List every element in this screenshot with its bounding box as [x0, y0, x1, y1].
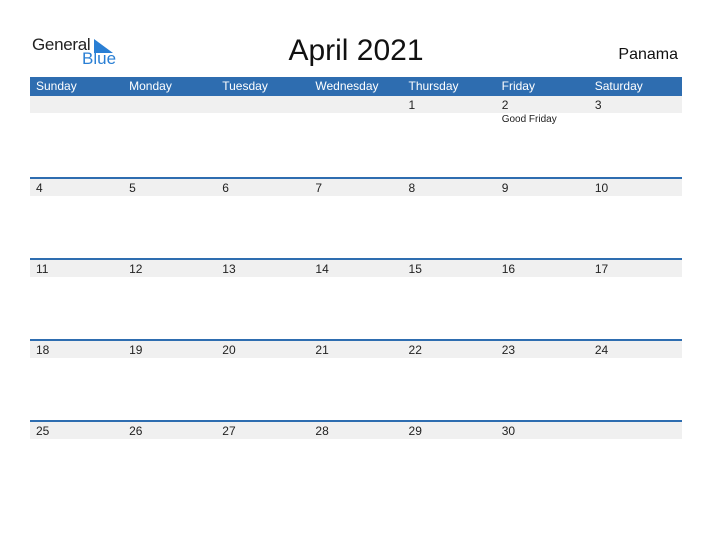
day-cell: 2 Good Friday: [496, 96, 589, 177]
day-cell: 28: [309, 422, 402, 503]
day-cell: 1: [403, 96, 496, 177]
day-cell: 13: [216, 260, 309, 341]
weekday-friday: Friday: [501, 79, 535, 93]
day-number: 7: [315, 181, 323, 195]
day-cell: 8: [403, 179, 496, 260]
weekday-monday: Monday: [129, 79, 172, 93]
day-number: 29: [408, 424, 422, 438]
day-cell: [123, 96, 216, 177]
day-cell: [30, 96, 123, 177]
day-number: 18: [36, 343, 50, 357]
day-cell: 23: [496, 341, 589, 422]
day-number: 3: [594, 98, 602, 112]
weekday-saturday: Saturday: [594, 79, 643, 93]
day-number: 17: [594, 262, 609, 276]
day-cell: 5: [123, 179, 216, 260]
weekday-header: Sunday Monday Tuesday Wednesday Thursday…: [30, 77, 682, 96]
day-cell: 30: [496, 422, 589, 503]
day-cell: 14: [309, 260, 402, 341]
day-number: 8: [408, 181, 416, 195]
day-cell: 22: [403, 341, 496, 422]
day-cell: 24: [589, 341, 682, 422]
week-row: 4 5 6 7 8 9 10: [30, 177, 682, 260]
day-cell: 25: [30, 422, 123, 503]
day-number: 25: [36, 424, 50, 438]
day-cell: [309, 96, 402, 177]
day-cell: 9: [496, 179, 589, 260]
day-number: 2: [501, 98, 509, 112]
calendar-title: April 2021: [288, 34, 424, 67]
holiday-label: Good Friday: [501, 114, 557, 125]
weekday-sunday: Sunday: [36, 79, 77, 93]
day-cell: 6: [216, 179, 309, 260]
day-number: 11: [36, 262, 49, 276]
weekday-tuesday: Tuesday: [222, 79, 268, 93]
day-cell: 12: [123, 260, 216, 341]
day-cell: 26: [123, 422, 216, 503]
day-number: 1: [408, 98, 416, 112]
day-number: 14: [315, 262, 329, 276]
day-number: 9: [501, 181, 509, 195]
week-row: 11 12 13 14 15 16 17: [30, 258, 682, 341]
day-number: 27: [222, 424, 236, 438]
day-cell: 27: [216, 422, 309, 503]
day-cell: 7: [309, 179, 402, 260]
week-row: 25 26 27 28 29 30: [30, 420, 682, 503]
day-number: 24: [594, 343, 609, 357]
day-number: 15: [408, 262, 422, 276]
week-row: 18 19 20 21 22 23 24: [30, 339, 682, 422]
day-number: 10: [594, 181, 609, 195]
day-number: 23: [501, 343, 516, 357]
day-cell: 3: [589, 96, 682, 177]
day-cell: [589, 422, 682, 503]
day-cell: 16: [496, 260, 589, 341]
day-cell: [216, 96, 309, 177]
day-number: 28: [315, 424, 329, 438]
country-label: Panama: [618, 46, 678, 63]
day-cell: 15: [403, 260, 496, 341]
weekday-thursday: Thursday: [408, 79, 459, 93]
day-number: 21: [315, 343, 329, 357]
day-cell: 10: [589, 179, 682, 260]
day-number: 22: [408, 343, 422, 357]
day-number: 12: [129, 262, 143, 276]
day-cell: 29: [403, 422, 496, 503]
day-number: 19: [129, 343, 143, 357]
day-number: 13: [222, 262, 236, 276]
day-cell: 19: [123, 341, 216, 422]
week-row: 1 2 Good Friday 3: [30, 96, 682, 177]
day-number: 6: [222, 181, 229, 195]
day-cell: 20: [216, 341, 309, 422]
day-cell: 11: [30, 260, 123, 341]
day-cell: 18: [30, 341, 123, 422]
day-number: 30: [501, 424, 516, 438]
day-cell: 17: [589, 260, 682, 341]
day-number: 26: [129, 424, 143, 438]
day-number: 16: [501, 262, 516, 276]
day-cell: 4: [30, 179, 123, 260]
day-number: 4: [36, 181, 43, 195]
weekday-wednesday: Wednesday: [315, 79, 379, 93]
day-number: 20: [222, 343, 236, 357]
day-cell: 21: [309, 341, 402, 422]
day-number: 5: [129, 181, 136, 195]
